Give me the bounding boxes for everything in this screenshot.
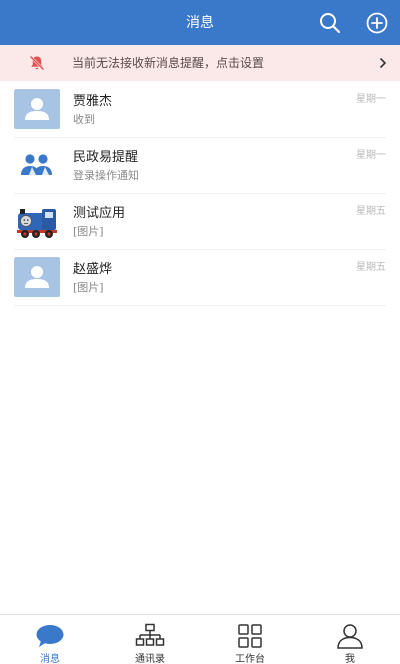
default-person-avatar — [14, 257, 60, 297]
person-icon — [337, 624, 363, 649]
notice-text: 当前无法接收新消息提醒，点击设置 — [72, 56, 265, 70]
conversation-preview: [图片] — [73, 281, 104, 294]
train-app-avatar — [17, 209, 57, 238]
conversation-row[interactable]: 测试应用 [图片] 星期五 — [0, 193, 400, 249]
conversation-preview: 登录操作通知 — [73, 169, 139, 182]
tab-label: 工作台 — [235, 654, 265, 664]
tab-label: 消息 — [40, 654, 60, 664]
conversation-name: 测试应用 — [73, 206, 126, 221]
bottom-tab-bar: 消息 通讯录 工作台 我 — [0, 614, 400, 664]
grid-icon — [238, 624, 262, 648]
tab-contacts[interactable]: 通讯录 — [100, 615, 200, 664]
tab-workbench[interactable]: 工作台 — [200, 615, 300, 664]
org-chart-icon — [135, 623, 165, 646]
conversation-time: 星期五 — [356, 206, 386, 217]
tab-messages[interactable]: 消息 — [0, 615, 100, 664]
list-divider — [14, 305, 386, 306]
tab-me[interactable]: 我 — [300, 615, 400, 664]
conversation-preview: [图片] — [73, 225, 104, 238]
conversation-name: 赵盛烨 — [73, 262, 113, 277]
tab-label: 通讯录 — [135, 654, 165, 664]
chevron-right-icon — [379, 57, 387, 69]
conversation-row[interactable]: 民政易提醒 登录操作通知 星期一 — [0, 137, 400, 193]
messages-screen: 消息 当前无法接收新消息提醒，点击设置 贾雅杰 收到 星期一 民政易提醒 登录操… — [0, 0, 400, 664]
chat-bubble-icon — [36, 625, 64, 647]
conversation-name: 贾雅杰 — [73, 94, 113, 109]
add-circle-icon[interactable] — [365, 11, 389, 35]
conversation-row[interactable]: 贾雅杰 收到 星期一 — [0, 81, 400, 137]
top-bar: 消息 — [0, 0, 400, 45]
conversation-preview: 收到 — [73, 113, 95, 126]
bell-off-icon — [29, 55, 45, 71]
tab-label: 我 — [345, 654, 355, 664]
conversation-time: 星期五 — [356, 262, 386, 273]
notification-warning-banner[interactable]: 当前无法接收新消息提醒，点击设置 — [0, 45, 400, 81]
conversation-list: 贾雅杰 收到 星期一 民政易提醒 登录操作通知 星期一 测试应用 [图片] 星期… — [0, 81, 400, 306]
search-icon[interactable] — [318, 11, 342, 35]
conversation-row[interactable]: 赵盛烨 [图片] 星期五 — [0, 249, 400, 305]
conversation-name: 民政易提醒 — [73, 150, 139, 165]
group-people-icon — [21, 154, 52, 175]
conversation-time: 星期一 — [356, 94, 386, 105]
default-person-avatar — [14, 89, 60, 129]
conversation-time: 星期一 — [356, 150, 386, 161]
